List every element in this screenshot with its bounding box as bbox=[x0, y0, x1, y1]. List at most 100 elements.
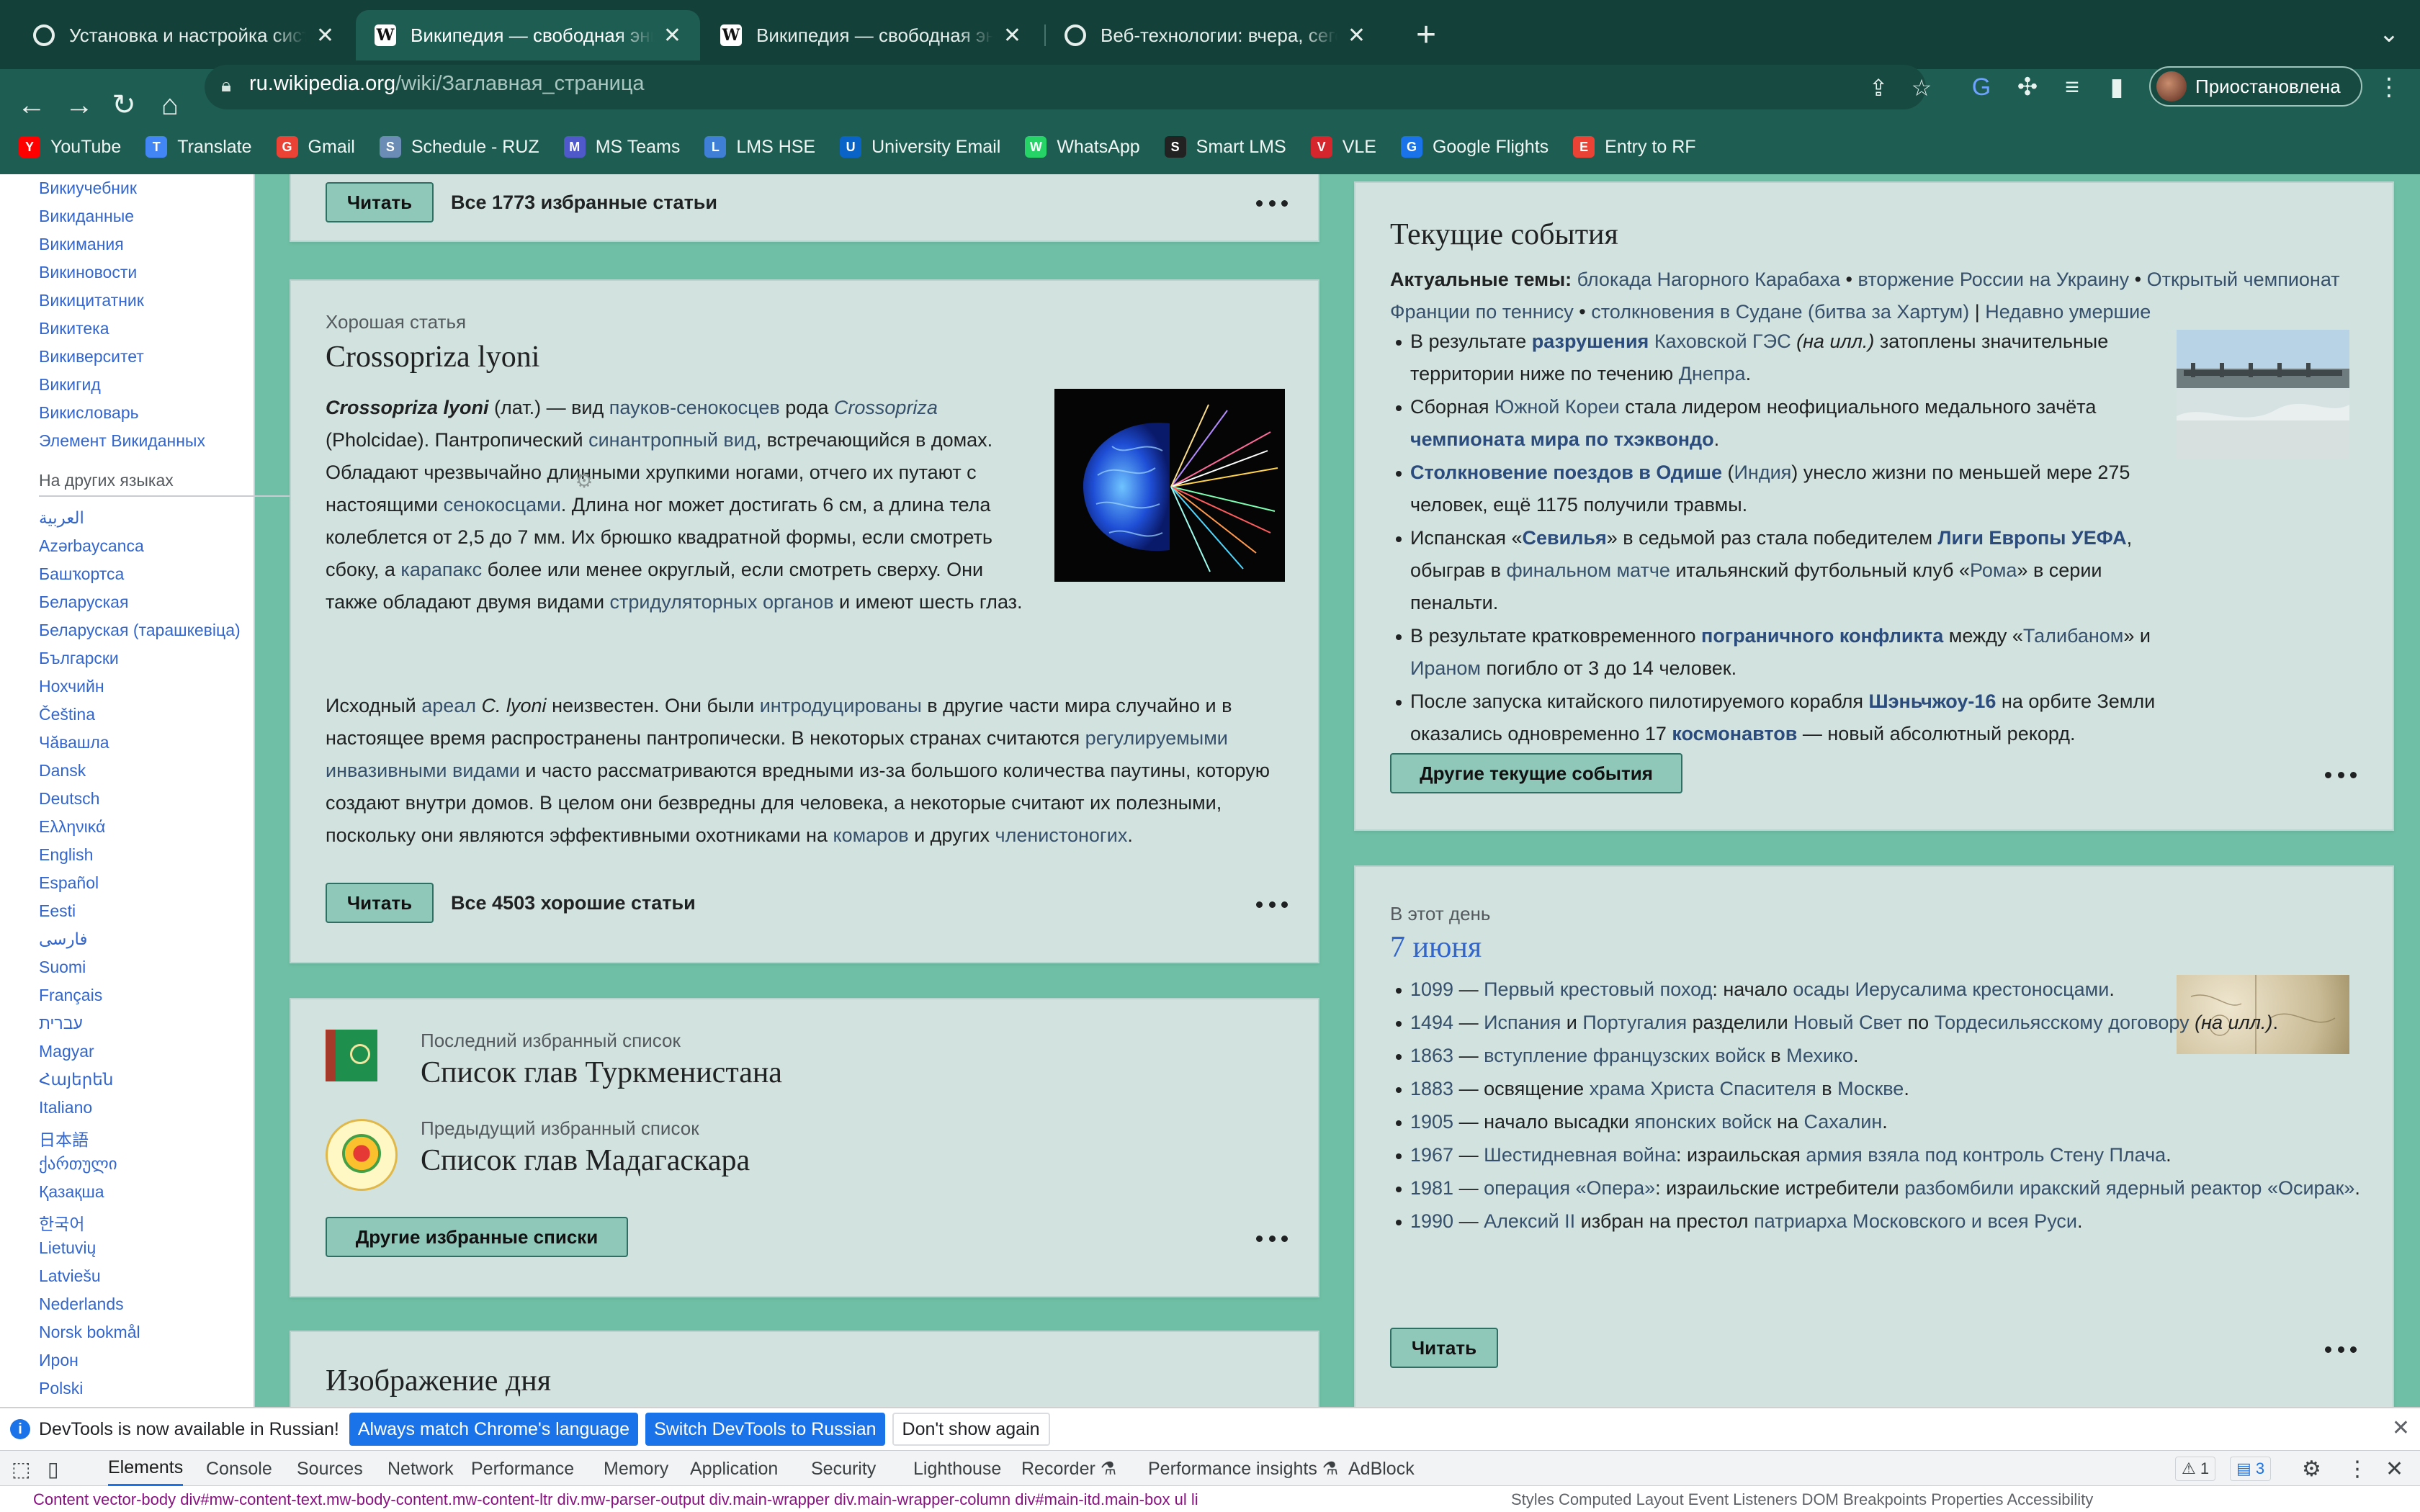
styles-pane-tabs[interactable]: Styles Computed Layout Event Listeners D… bbox=[1511, 1490, 2420, 1509]
more-options-icon[interactable] bbox=[2325, 1342, 2357, 1356]
language-link[interactable]: Français bbox=[39, 986, 102, 1005]
devtools-tab-sources[interactable]: Sources bbox=[297, 1451, 363, 1487]
language-link[interactable]: Հայերեն bbox=[39, 1070, 113, 1089]
topic-link[interactable]: Недавно умершие bbox=[1985, 301, 2151, 323]
dom-breadcrumb-path[interactable]: Content vector-body div#mw-content-text.… bbox=[33, 1490, 1466, 1509]
sidebar-project-link[interactable]: Элемент Викиданных bbox=[39, 431, 205, 451]
on-this-day-date[interactable]: 7 июня bbox=[1390, 930, 1482, 965]
link[interactable]: комаров bbox=[833, 824, 908, 846]
devtools-tab-lighthouse[interactable]: Lighthouse bbox=[913, 1451, 1001, 1487]
good-article-title[interactable]: Crossopriza lyoni bbox=[326, 340, 539, 374]
devtools-tab-recorder[interactable]: Recorder ⚗ bbox=[1021, 1451, 1116, 1487]
link[interactable]: синантропный вид bbox=[588, 429, 756, 451]
link[interactable]: операция «Опера» bbox=[1484, 1177, 1655, 1199]
sidebar-project-link[interactable]: Викиновости bbox=[39, 263, 137, 282]
link[interactable]: патриарха Московского и всея Руси bbox=[1754, 1210, 2077, 1232]
bold-link[interactable]: Шэньчжоу-16 bbox=[1869, 690, 1996, 712]
language-link[interactable]: العربية bbox=[39, 508, 84, 528]
link[interactable]: Ираном bbox=[1410, 657, 1481, 679]
language-link[interactable]: Polski bbox=[39, 1379, 83, 1398]
link[interactable]: Первый крестовый поход bbox=[1484, 978, 1712, 1000]
sidebar-project-link[interactable]: Викисловарь bbox=[39, 403, 139, 423]
crossopriza-image[interactable] bbox=[1054, 389, 1285, 582]
language-link[interactable]: فارسی bbox=[39, 930, 88, 949]
link[interactable]: вступление французских войск bbox=[1484, 1045, 1765, 1066]
link[interactable]: Португалия bbox=[1582, 1012, 1687, 1033]
google-translate-extension-icon[interactable]: G bbox=[1963, 69, 1999, 105]
link[interactable]: 1981 bbox=[1410, 1177, 1453, 1199]
devtools-tab-application[interactable]: Application bbox=[690, 1451, 778, 1487]
match-language-button[interactable]: Always match Chrome's language bbox=[349, 1413, 639, 1446]
bookmark-google-flights[interactable]: G Google Flights bbox=[1400, 136, 1549, 158]
close-devtools-icon[interactable]: ✕ bbox=[2385, 1451, 2403, 1487]
good-read-button[interactable]: Читать bbox=[326, 883, 434, 923]
device-toolbar-icon[interactable]: ▯ bbox=[48, 1451, 58, 1487]
devtools-menu-kebab-icon[interactable]: ⋮ bbox=[2347, 1451, 2368, 1487]
more-events-button[interactable]: Другие текущие события bbox=[1390, 753, 1682, 793]
link[interactable]: интродуцированы bbox=[760, 695, 922, 716]
devtools-settings-gear-icon[interactable]: ⚙ bbox=[2302, 1451, 2321, 1487]
warnings-badge[interactable]: ⚠ 1 bbox=[2175, 1457, 2216, 1481]
profile-button[interactable]: Приостановлена bbox=[2149, 66, 2362, 107]
browser-menu-kebab-icon[interactable]: ⋮ bbox=[2377, 69, 2401, 105]
language-link[interactable]: Suomi bbox=[39, 958, 86, 977]
language-link[interactable]: Azərbaycanca bbox=[39, 536, 144, 556]
bookmark-translate[interactable]: T Translate bbox=[145, 136, 252, 158]
language-link[interactable]: Español bbox=[39, 873, 99, 893]
language-link[interactable]: Norsk bokmål bbox=[39, 1323, 140, 1342]
language-link[interactable]: Lietuvių bbox=[39, 1238, 96, 1258]
bookmark-whatsapp[interactable]: W WhatsApp bbox=[1025, 136, 1140, 158]
bookmark-ms-teams[interactable]: M MS Teams bbox=[563, 136, 680, 158]
more-lists-button[interactable]: Другие избранные списки bbox=[326, 1217, 628, 1257]
dont-show-again-button[interactable]: Don't show again bbox=[892, 1413, 1050, 1446]
devtools-tab-network[interactable]: Network bbox=[387, 1451, 454, 1487]
link[interactable]: Шестидневная война bbox=[1484, 1144, 1676, 1166]
language-link[interactable]: Қазақша bbox=[39, 1182, 104, 1202]
language-link[interactable]: Čeština bbox=[39, 705, 95, 724]
link[interactable]: финальном матче bbox=[1506, 559, 1670, 581]
bookmark-schedule-ruz[interactable]: S Schedule - RUZ bbox=[379, 136, 539, 158]
bold-link[interactable]: Севилья bbox=[1523, 527, 1607, 549]
prev-list-title[interactable]: Список глав Мадагаскара bbox=[421, 1143, 750, 1178]
link[interactable]: ареал bbox=[421, 695, 476, 716]
link[interactable]: Каховской ГЭС bbox=[1654, 330, 1791, 352]
bold-link[interactable]: чемпионата мира по тхэквондо bbox=[1410, 428, 1714, 450]
bookmark-university-email[interactable]: U University Email bbox=[840, 136, 1000, 158]
on-this-day-read-button[interactable]: Читать bbox=[1390, 1328, 1498, 1368]
topic-link[interactable]: столкновения в Судане (битва за Хартум) bbox=[1591, 301, 1969, 323]
devtools-tab-performance[interactable]: Performance bbox=[471, 1451, 574, 1487]
bookmark-youtube[interactable]: Y YouTube bbox=[19, 136, 121, 158]
devtools-tab-memory[interactable]: Memory bbox=[604, 1451, 668, 1487]
link[interactable]: иракский ядерный реактор «Осирак» bbox=[2020, 1177, 2355, 1199]
link[interactable]: Алексий II bbox=[1484, 1210, 1575, 1232]
url-text[interactable]: ru.wikipedia.org/wiki/Заглавная_страница bbox=[249, 72, 645, 96]
language-link[interactable]: Ελληνικά bbox=[39, 817, 105, 837]
extensions-puzzle-icon[interactable]: ✣ bbox=[2009, 69, 2045, 105]
featured-read-button[interactable]: Читать bbox=[326, 182, 434, 222]
language-link[interactable]: עברית bbox=[39, 1014, 83, 1033]
sidebar-project-link[interactable]: Викигид bbox=[39, 375, 101, 395]
language-link[interactable]: Ирон bbox=[39, 1351, 79, 1370]
link[interactable]: членистоногих bbox=[995, 824, 1128, 846]
link[interactable]: Crossopriza bbox=[834, 397, 938, 418]
language-link[interactable]: Deutsch bbox=[39, 789, 99, 809]
bold-link[interactable]: Столкновение поездов в Одише bbox=[1410, 462, 1722, 483]
bookmark-lms-hse[interactable]: L LMS HSE bbox=[704, 136, 815, 158]
devtools-tab-security[interactable]: Security bbox=[811, 1451, 876, 1487]
language-link[interactable]: Eesti bbox=[39, 901, 76, 921]
link[interactable]: Южной Кореи bbox=[1494, 396, 1620, 418]
bold-link[interactable]: Лиги Европы УЕФА bbox=[1938, 527, 2127, 549]
language-link[interactable]: Нохчийн bbox=[39, 677, 104, 696]
sidebar-project-link[interactable]: Викиверситет bbox=[39, 347, 144, 366]
tab-search-chevron-icon[interactable]: ⌄ bbox=[2371, 16, 2407, 52]
link[interactable]: 1967 bbox=[1410, 1144, 1453, 1166]
side-panel-icon[interactable]: ▮ bbox=[2099, 69, 2135, 105]
devtools-tab-adblock[interactable]: AdBlock bbox=[1348, 1451, 1415, 1487]
bookmark-gmail[interactable]: G Gmail bbox=[276, 136, 355, 158]
bold-link[interactable]: пограничного конфликта bbox=[1701, 625, 1943, 647]
bold-link[interactable]: космонавтов bbox=[1672, 723, 1797, 744]
sidebar-project-link[interactable]: Викицитатник bbox=[39, 291, 144, 310]
link[interactable]: сенокосцами bbox=[444, 494, 561, 516]
language-link[interactable]: Български bbox=[39, 649, 119, 668]
language-link[interactable]: Беларуская bbox=[39, 593, 128, 612]
